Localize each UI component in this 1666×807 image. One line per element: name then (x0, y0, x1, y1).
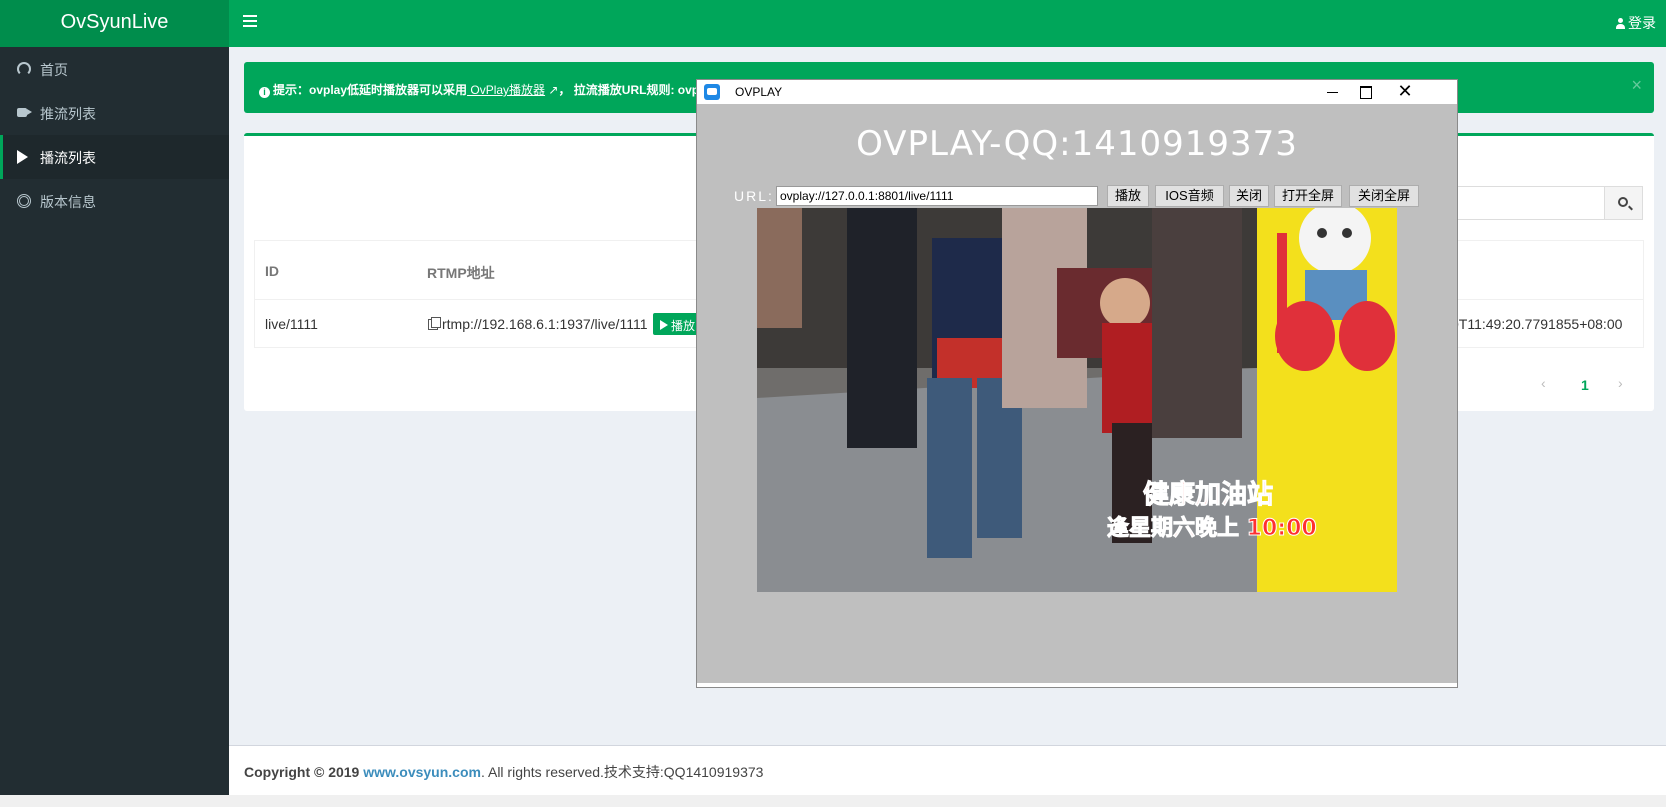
cell-stream-id: live/1111 (265, 316, 318, 332)
column-header-rtmp: RTMP地址 (427, 265, 495, 281)
sidebar-item-play-list[interactable]: 播流列表 (0, 135, 229, 179)
window-bottom-edge (697, 683, 1457, 687)
sidebar-item-label: 推流列表 (40, 106, 96, 122)
pagination-prev[interactable]: ‹ (1541, 375, 1546, 391)
url-label: URL: (734, 188, 774, 204)
column-header-id: ID (265, 263, 279, 279)
app-logo[interactable]: OvSyunLive (0, 0, 229, 47)
copyright-suffix: . All rights reserved.技术支持:QQ1410919373 (480, 764, 764, 780)
video-caption-line2: 逢星期六晚上 10:00 (1107, 516, 1318, 542)
sidebar-item-label: 首页 (40, 62, 68, 78)
rtmp-url-text: rtmp://192.168.6.1:1937/live/1111 (442, 316, 648, 332)
pagination-next[interactable]: › (1618, 375, 1623, 391)
alert-text-before: ovplay低延时播放器可以采用 (309, 83, 468, 97)
sidebar-item-push-list[interactable]: 推流列表 (0, 91, 229, 135)
search-input[interactable] (1456, 186, 1604, 220)
sidebar-toggle-icon[interactable] (243, 15, 257, 27)
ios-audio-button[interactable]: IOS音频 (1155, 185, 1224, 207)
taskbar (0, 795, 1666, 807)
maximize-button[interactable] (1350, 80, 1380, 104)
minimize-button[interactable] (1317, 80, 1347, 104)
play-icon (17, 150, 28, 164)
alert-text-after: ， 拉流播放URL规则: ovpl (558, 83, 703, 97)
player-heading: OVPLAY-QQ:1410919373 (856, 124, 1298, 164)
play-badge-label: 播放 (671, 319, 696, 333)
sidebar-item-version[interactable]: 版本信息 (0, 179, 229, 223)
pagination-page-1[interactable]: 1 (1581, 377, 1589, 393)
login-label: 登录 (1628, 15, 1656, 31)
life-ring-icon (17, 194, 31, 208)
sidebar-item-home[interactable]: 首页 (0, 47, 229, 91)
top-navbar: OvSyunLive 登录 (0, 0, 1666, 47)
ovplay-window: OVPLAY ✕ OVPLAY-QQ:1410919373 URL: 播放 IO… (696, 79, 1458, 688)
cell-rtmp-url[interactable]: rtmp://192.168.6.1:1937/live/1111 (428, 316, 647, 332)
external-link-icon: ↗ (545, 83, 559, 97)
window-close-button[interactable]: ✕ (1387, 80, 1423, 104)
window-title: OVPLAY (735, 85, 783, 99)
ovplay-link[interactable]: OvPlay播放器 (467, 83, 545, 97)
sidebar-item-label: 播流列表 (40, 150, 96, 166)
video-camera-icon (17, 108, 32, 117)
exit-fullscreen-button[interactable]: 关闭全屏 (1349, 185, 1419, 207)
video-caption-line1: 健康加油站 (1142, 480, 1274, 511)
sidebar-item-label: 版本信息 (40, 194, 96, 210)
site-link[interactable]: www.ovsyun.com (363, 764, 481, 780)
play-icon (660, 320, 668, 330)
play-stream-button[interactable]: 播放 (653, 313, 699, 335)
play-button[interactable]: 播放 (1107, 185, 1149, 207)
sidebar: 首页 推流列表 播流列表 版本信息 (0, 47, 229, 795)
dashboard-icon (17, 62, 31, 76)
copyright-text: Copyright © 2019 www.ovsyun.com. All rig… (244, 762, 763, 782)
login-button[interactable]: 登录 (1616, 13, 1656, 33)
info-icon: i (259, 87, 270, 98)
user-icon (1616, 18, 1625, 29)
enter-fullscreen-button[interactable]: 打开全屏 (1274, 185, 1342, 207)
window-titlebar[interactable]: OVPLAY ✕ (697, 80, 1457, 104)
cell-time: 0T11:49:20.7791855+08:00 (1451, 316, 1623, 332)
close-stream-button[interactable]: 关闭 (1229, 185, 1269, 207)
copy-icon[interactable] (428, 317, 441, 330)
alert-close-button[interactable]: × (1631, 75, 1642, 96)
search-button[interactable] (1604, 186, 1643, 220)
search-icon (1618, 197, 1628, 207)
ovplay-app-icon (704, 84, 720, 100)
footer: Copyright © 2019 www.ovsyun.com. All rig… (229, 745, 1666, 795)
alert-text: i 提示：ovplay低延时播放器可以采用 OvPlay播放器 ↗， 拉流播放UR… (259, 81, 702, 98)
copyright-prefix: Copyright © 2019 (244, 764, 364, 780)
alert-prefix: 提示： (273, 83, 310, 97)
url-input[interactable] (776, 186, 1098, 206)
video-player[interactable]: 健康加油站 逢星期六晚上 10:00 (757, 208, 1397, 592)
